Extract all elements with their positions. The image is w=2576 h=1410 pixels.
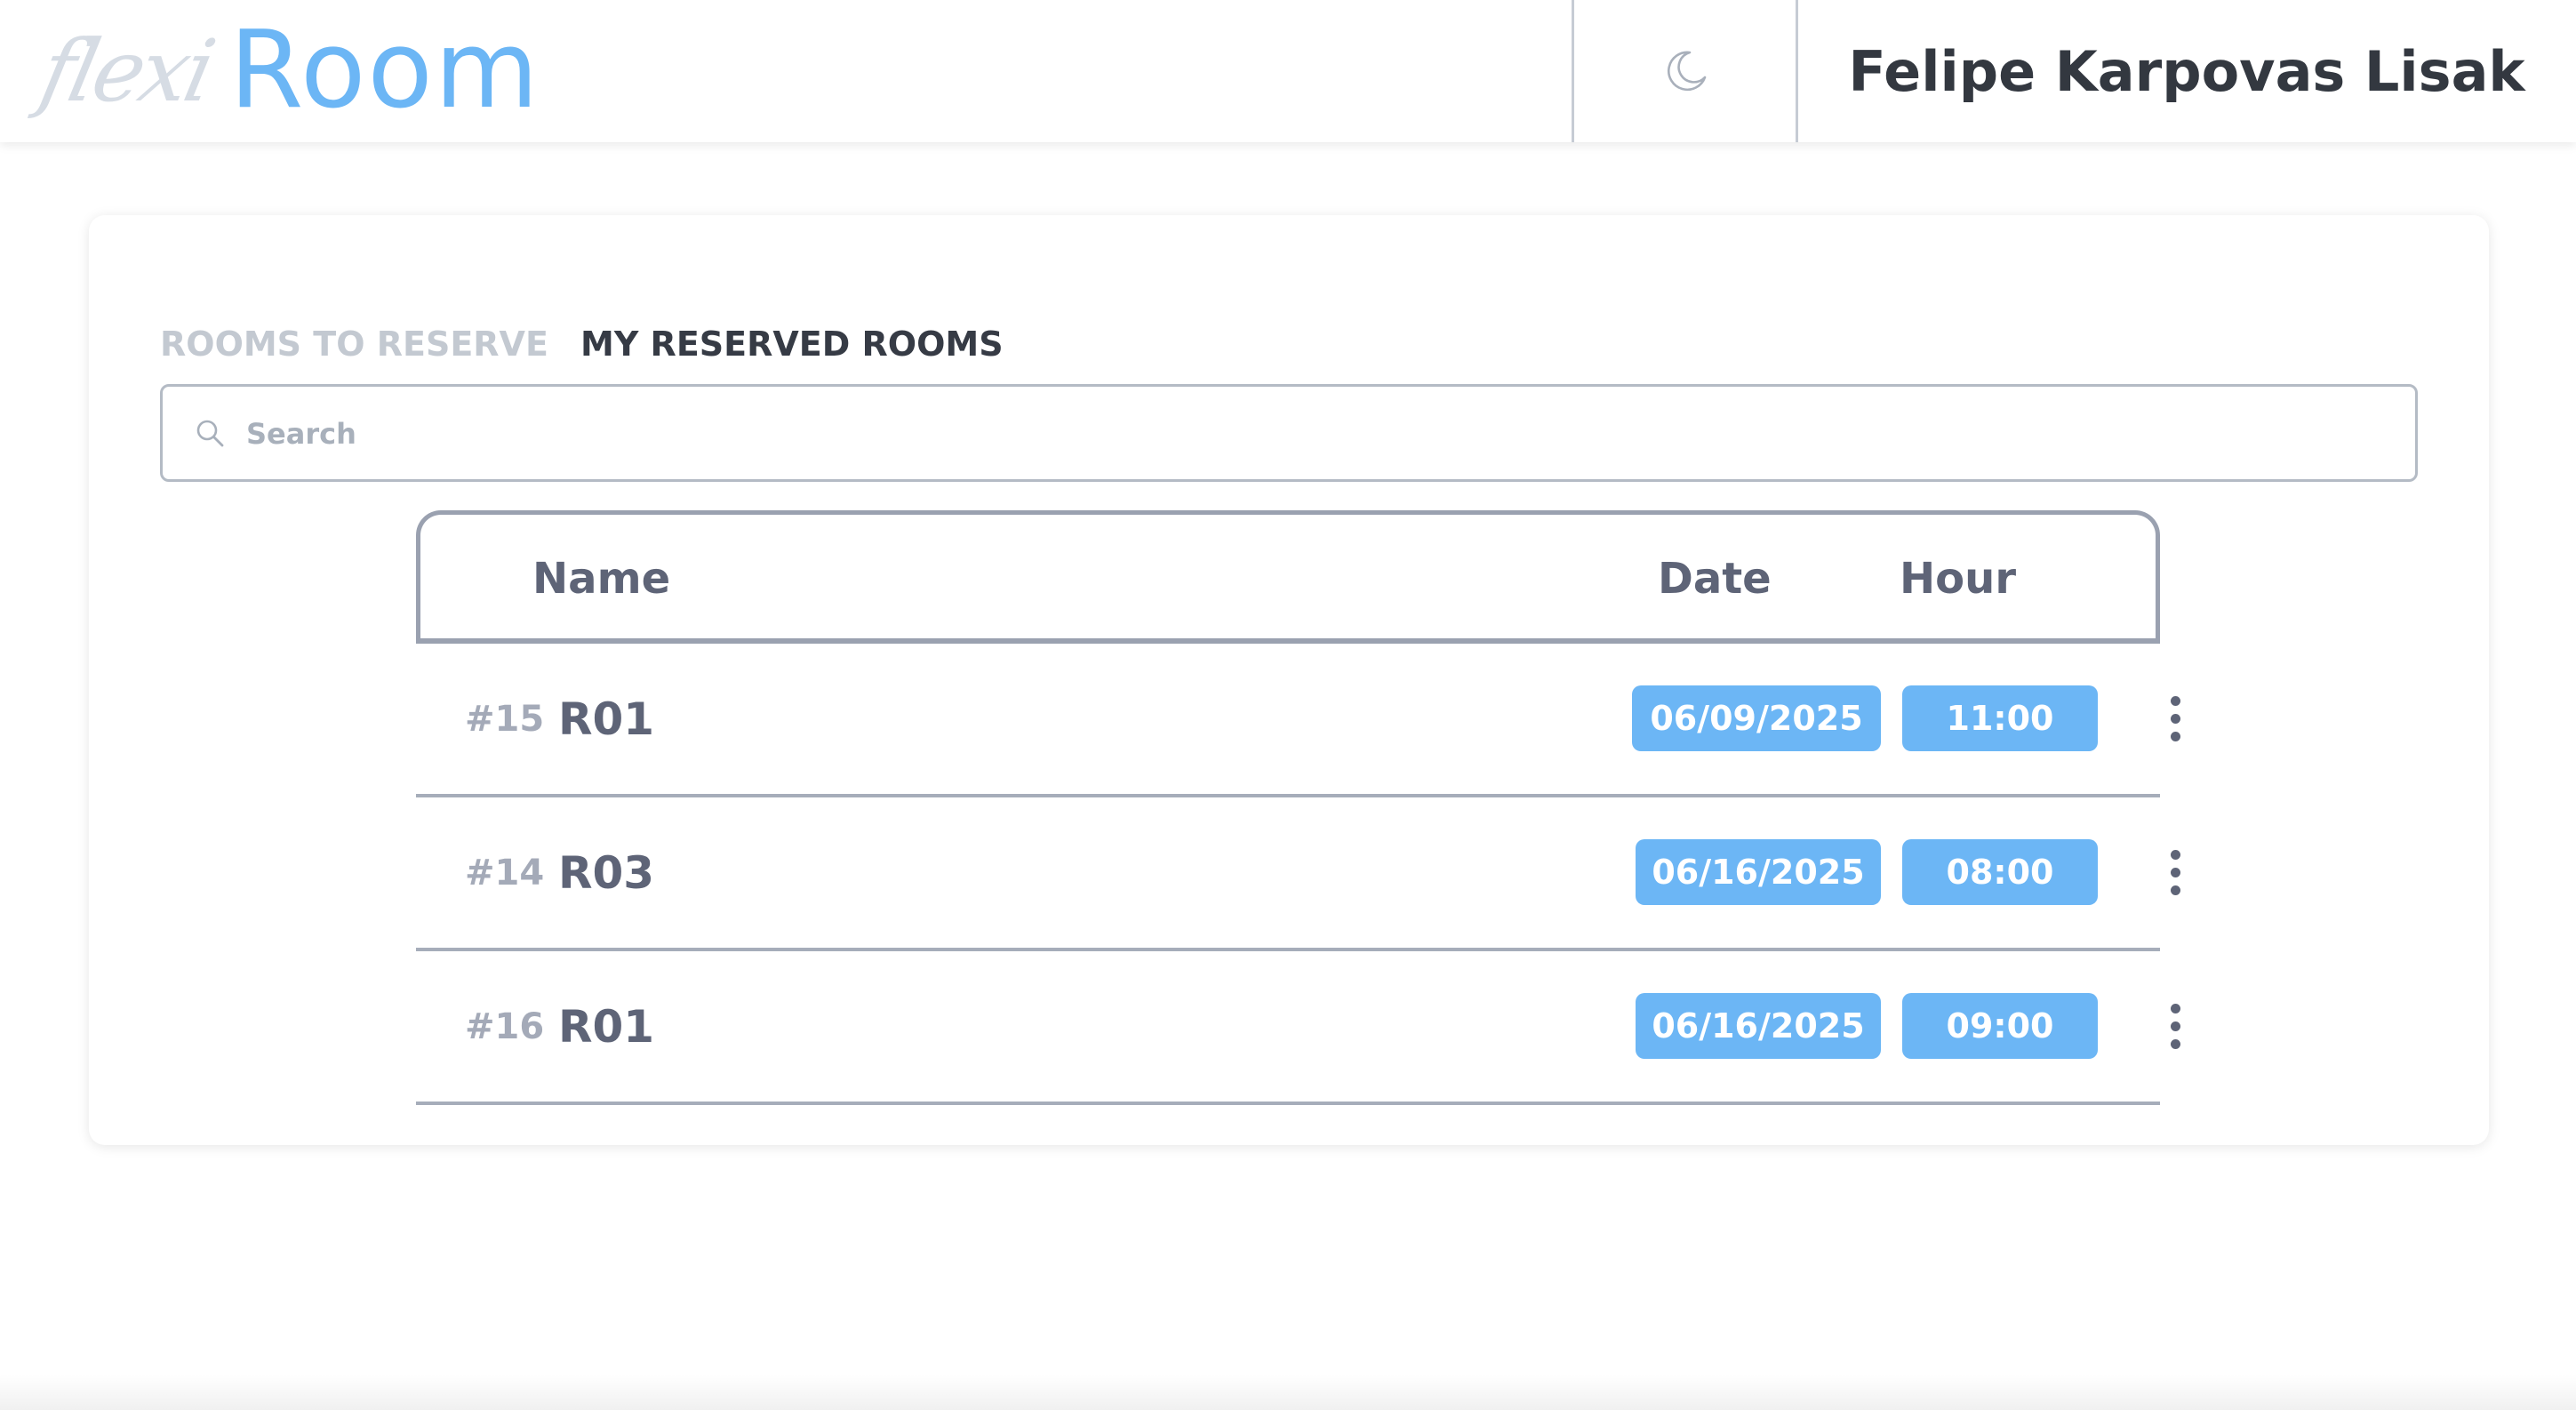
reservation-id: #14 [465,852,545,893]
hour-badge: 08:00 [1902,839,2098,905]
kebab-dot [2170,713,2180,724]
search-input[interactable] [244,387,2381,481]
bottom-shadow [0,1374,2576,1410]
kebab-dot [2170,885,2180,895]
logo-main-text: Room [229,9,540,132]
user-name[interactable]: Felipe Karpovas Lisak [1840,0,2533,142]
search-icon [196,420,224,447]
row-menu-button[interactable] [2153,990,2197,1062]
hour-badge: 09:00 [1902,993,2098,1059]
search-box [160,384,2418,482]
room-name: R01 [558,693,655,745]
date-badge: 06/09/2025 [1632,685,1881,751]
column-header-date[interactable]: Date [1658,515,1772,643]
kebab-dot [2170,1038,2180,1049]
table-row[interactable]: #15 R01 06/09/2025 11:00 [416,644,2180,797]
table-row[interactable]: #16 R01 06/16/2025 09:00 [416,951,2180,1105]
hour-badge: 11:00 [1902,685,2098,751]
app-header: flexi Room Felipe Karpovas Lisak [0,0,2576,142]
logo-script-text: flexi [32,21,220,121]
row-menu-button[interactable] [2153,683,2197,754]
reservation-id: #16 [465,1005,545,1047]
header-divider [1572,0,1574,142]
kebab-dot [2170,849,2180,860]
kebab-dot [2170,731,2180,741]
room-name: R01 [558,1000,655,1053]
kebab-dot [2170,867,2180,877]
table-row[interactable]: #14 R03 06/16/2025 08:00 [416,797,2180,951]
header-divider [1796,0,1798,142]
reservations-card: ROOMS TO RESERVE MY RESERVED ROOMS Name … [89,215,2489,1145]
date-badge: 06/16/2025 [1636,839,1881,905]
kebab-dot [2170,1021,2180,1031]
reservation-id: #15 [465,698,545,740]
kebab-dot [2170,1003,2180,1013]
table-header: Name Date Hour [416,510,2160,644]
column-header-hour[interactable]: Hour [1900,515,2016,643]
row-menu-button[interactable] [2153,837,2197,908]
theme-toggle-button[interactable] [1575,0,1797,142]
kebab-dot [2170,695,2180,706]
date-badge: 06/16/2025 [1636,993,1881,1059]
reservations-table: Name Date Hour #15 R01 06/09/2025 11:00 … [416,510,2180,1105]
moon-icon [1668,51,1707,92]
column-header-name[interactable]: Name [532,515,670,643]
room-name: R03 [558,846,655,899]
